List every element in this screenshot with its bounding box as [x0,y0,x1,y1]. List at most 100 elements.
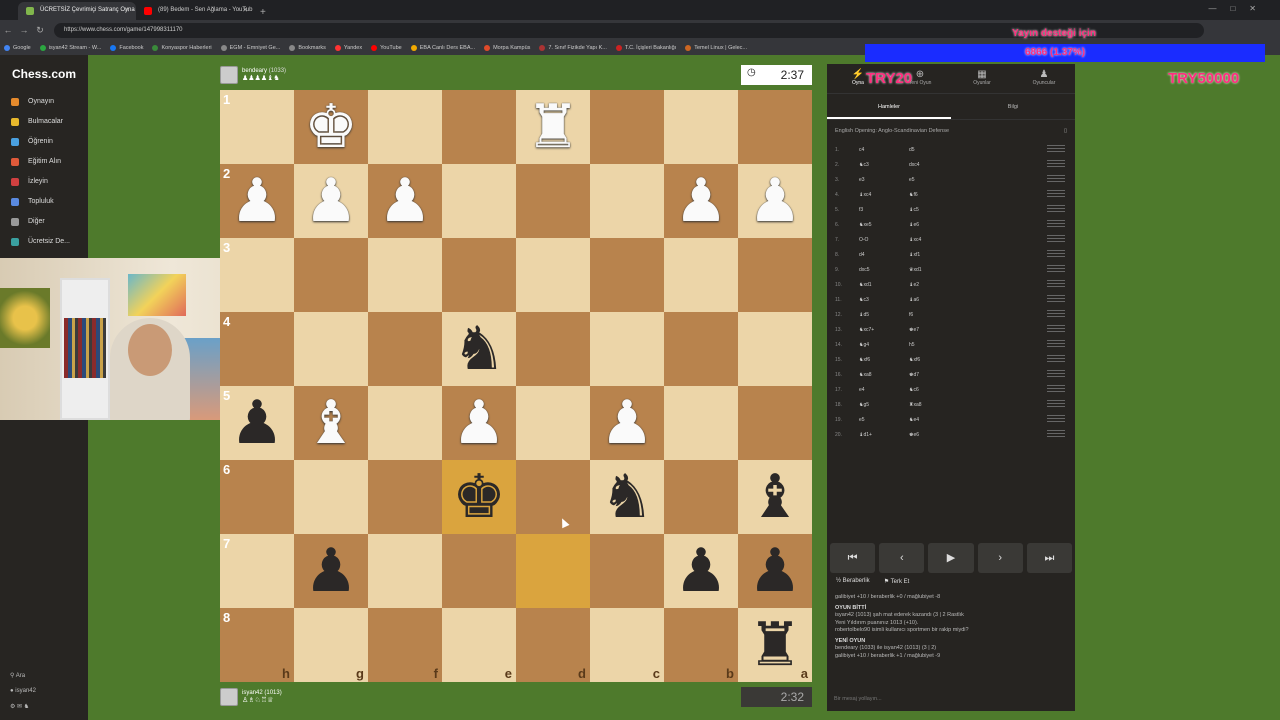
board-square[interactable]: ♟ [590,386,664,460]
white-move[interactable]: ♞xc7+ [859,327,909,333]
board-square[interactable] [294,312,368,386]
board-square[interactable]: f [368,608,442,682]
board-square[interactable]: 1 [220,90,294,164]
nav-item[interactable]: Eğitim Alın [0,151,88,171]
black-move[interactable]: ♝xf1 [909,252,969,258]
board-square[interactable] [516,312,590,386]
bookmark-item[interactable]: EBA Canlı Ders EBA... [407,44,480,51]
bookmark-item[interactable]: Bookmarks [285,44,331,51]
bookmark-item[interactable]: Morpa Kampüs [480,44,535,51]
bookmark-item[interactable]: EGM - Emniyet Ge... [217,44,286,51]
board-square[interactable]: ♞ [442,312,516,386]
white-pawn-icon[interactable]: ♟ [378,167,432,234]
board-square[interactable]: ♟ [442,386,516,460]
board-square[interactable]: ♟ [664,534,738,608]
board-square[interactable]: ♟ [294,164,368,238]
black-move[interactable]: h5 [909,342,969,348]
white-pawn-icon[interactable]: ♟ [748,167,802,234]
bookmark-item[interactable]: Google [0,44,36,51]
board-square[interactable] [516,386,590,460]
white-move[interactable]: ♞c3 [859,162,909,168]
black-rook-icon[interactable]: ♜ [748,611,802,678]
white-move[interactable]: ♞xf6 [859,357,909,363]
prev-move-button[interactable]: ‹ [879,543,925,573]
white-move[interactable]: ♞g5 [859,402,909,408]
panel-subtab[interactable]: Hamleler [827,94,951,119]
board-square[interactable]: b [664,608,738,682]
white-move[interactable]: ♝d1+ [859,432,909,438]
bookmark-item[interactable]: isyan42 Stream - W... [36,44,107,51]
nav-item[interactable]: Bulmacalar [0,111,88,131]
board-square[interactable] [664,238,738,312]
board-square[interactable]: 2 ♟ [220,164,294,238]
white-move[interactable]: c4 [859,147,909,153]
white-move[interactable]: ♝d5 [859,312,909,318]
board-square[interactable] [664,386,738,460]
settings-icon[interactable]: ⚙ ✉ ♞ [10,703,36,710]
board-square[interactable] [442,164,516,238]
close-tab-icon[interactable]: ✕ [124,6,130,14]
search-link[interactable]: ⚲ Ara [10,672,36,679]
board-square[interactable] [442,90,516,164]
white-bishop-icon[interactable]: ♝ [304,389,358,456]
white-pawn-icon[interactable]: ♟ [674,167,728,234]
board-square[interactable]: ♟ [738,534,812,608]
white-move[interactable]: ♝xc4 [859,192,909,198]
board-square[interactable] [442,534,516,608]
white-move[interactable]: ♞g4 [859,342,909,348]
bottom-player[interactable]: isyan42 (1013) ♙♗♘♖♕ [220,688,282,706]
board-square[interactable] [294,238,368,312]
board-square[interactable]: g [294,608,368,682]
black-knight-icon[interactable]: ♞ [452,315,506,382]
browser-tab[interactable]: (89) Bedem - Sen Ağlama - YouTub ✕ [136,2,254,20]
white-move[interactable]: ♞xa8 [859,372,909,378]
board-square[interactable] [294,460,368,534]
bookmark-item[interactable]: Facebook [106,44,148,51]
board-square[interactable] [368,90,442,164]
black-pawn-icon[interactable]: ♟ [304,537,358,604]
board-square[interactable]: 5 ♟ [220,386,294,460]
black-move[interactable]: ♝e6 [909,222,969,228]
board-square[interactable] [664,312,738,386]
board-square[interactable] [590,312,664,386]
bookmark-item[interactable]: YouTube [367,44,407,51]
next-move-button[interactable]: › [977,543,1023,573]
white-move[interactable]: d4 [859,252,909,258]
last-move-button[interactable]: ⏭ [1026,543,1073,573]
board-square[interactable] [516,164,590,238]
board-square[interactable] [590,164,664,238]
board-square[interactable] [368,238,442,312]
bookmark-item[interactable]: 7. Sınıf Fizikde Yapı K... [535,44,612,51]
white-pawn-icon[interactable]: ♟ [452,389,506,456]
board-square[interactable] [368,386,442,460]
first-move-button[interactable]: ⏮ [830,543,876,573]
board-square[interactable]: 8h [220,608,294,682]
browser-tab[interactable]: ÜCRETSİZ Çevrimiçi Satranç Oyna ✕ [18,2,136,20]
resign-button[interactable]: ⚑ Terk Et [884,578,910,585]
book-icon[interactable]: ▯ [1064,128,1067,134]
black-move[interactable]: ♝c5 [909,207,969,213]
close-tab-icon[interactable]: ✕ [242,6,248,14]
board-square[interactable]: ♜ [516,90,590,164]
black-move[interactable]: ♞xf6 [909,357,969,363]
board-square[interactable] [590,534,664,608]
board-square[interactable]: 7 [220,534,294,608]
panel-tab[interactable]: ▦ Oyunlar [951,64,1013,93]
white-move[interactable]: e3 [859,177,909,183]
board-square[interactable] [368,460,442,534]
white-move[interactable]: e5 [859,417,909,423]
back-icon[interactable]: ← [0,25,16,35]
bookmark-item[interactable]: Temel Linux | Gelec... [681,44,752,51]
board-square[interactable]: d [516,608,590,682]
board-square[interactable]: ♟ [664,164,738,238]
white-move[interactable]: ♞xd1 [859,282,909,288]
new-tab-button[interactable]: + [254,7,272,20]
board-square[interactable]: 3 [220,238,294,312]
board-square[interactable] [590,90,664,164]
black-move[interactable]: f6 [909,312,969,318]
black-move[interactable]: ♝e2 [909,282,969,288]
black-pawn-icon[interactable]: ♟ [230,389,284,456]
board-square[interactable] [516,238,590,312]
nav-item[interactable]: İzleyin [0,171,88,191]
board-square[interactable]: 6 [220,460,294,534]
